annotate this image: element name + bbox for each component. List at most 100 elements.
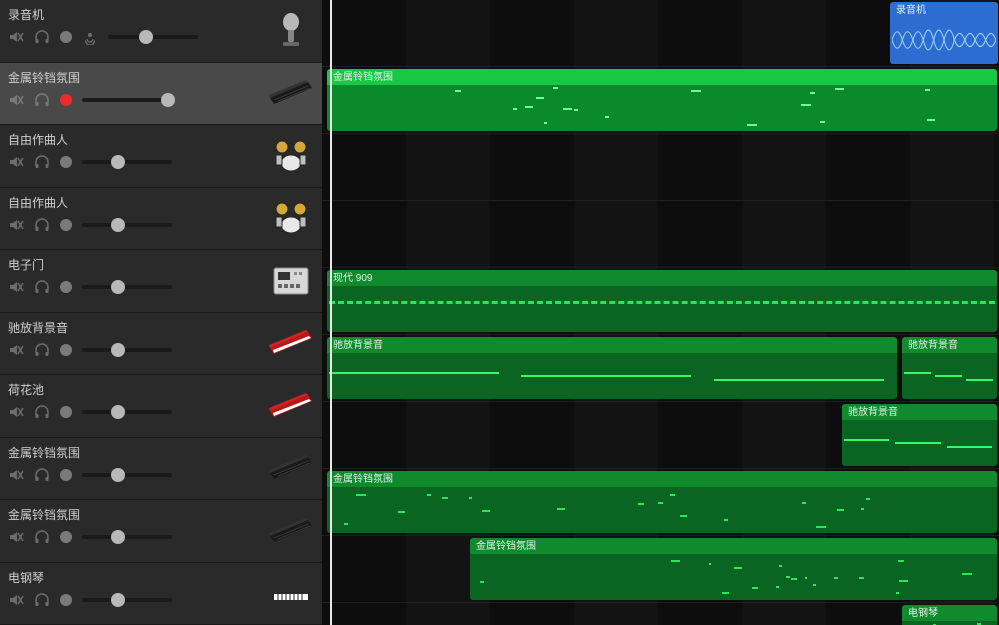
- midi-region[interactable]: 金属铃铛氛围: [327, 69, 997, 131]
- mute-icon[interactable]: [8, 154, 24, 170]
- midi-region[interactable]: 现代 909: [327, 270, 997, 332]
- keyboard-dark-icon[interactable]: [268, 74, 314, 112]
- track-header[interactable]: 录音机: [0, 0, 322, 63]
- headphones-icon[interactable]: [34, 279, 50, 295]
- mute-icon[interactable]: [8, 92, 24, 108]
- volume-thumb[interactable]: [111, 530, 125, 544]
- midi-region[interactable]: 金属铃铛氛围: [327, 471, 997, 533]
- volume-slider[interactable]: [82, 280, 172, 294]
- record-enable-button[interactable]: [60, 469, 72, 481]
- volume-thumb[interactable]: [111, 155, 125, 169]
- track-header[interactable]: 电子门: [0, 250, 322, 313]
- headphones-icon[interactable]: [34, 154, 50, 170]
- timeline-row[interactable]: 录音机: [322, 0, 999, 67]
- piano-icon[interactable]: [268, 574, 314, 612]
- volume-slider[interactable]: [108, 30, 198, 44]
- region-label: 驰放背景音: [848, 406, 991, 420]
- midi-region[interactable]: 驰放背景音: [842, 404, 997, 466]
- volume-slider[interactable]: [82, 218, 172, 232]
- mute-icon[interactable]: [8, 404, 24, 420]
- record-enable-button[interactable]: [60, 94, 72, 106]
- record-enable-button[interactable]: [60, 219, 72, 231]
- record-enable-button[interactable]: [60, 531, 72, 543]
- volume-thumb[interactable]: [111, 280, 125, 294]
- mute-icon[interactable]: [8, 279, 24, 295]
- track-list-panel: 录音机金属铃铛氛围自由作曲人自由作曲人电子门驰放背景音荷花池金属铃铛氛围金属铃铛…: [0, 0, 322, 625]
- mute-icon[interactable]: [8, 342, 24, 358]
- timeline-row[interactable]: 金属铃铛氛围: [322, 67, 999, 134]
- mute-icon[interactable]: [8, 217, 24, 233]
- timeline-row[interactable]: 现代 909: [322, 268, 999, 335]
- timeline-row[interactable]: 金属铃铛氛围: [322, 536, 999, 603]
- volume-slider[interactable]: [82, 405, 172, 419]
- volume-slider[interactable]: [82, 93, 172, 107]
- keyboard-red-icon[interactable]: [268, 324, 314, 362]
- keyboard-dark-icon[interactable]: [268, 512, 314, 550]
- timeline-row[interactable]: 电钢琴: [322, 603, 999, 625]
- track-header[interactable]: 金属铃铛氛围: [0, 63, 322, 126]
- region-label: 电钢琴: [908, 607, 991, 621]
- keyboard-dark-icon[interactable]: [268, 449, 314, 487]
- drum-machine-icon[interactable]: [268, 262, 314, 300]
- track-header[interactable]: 金属铃铛氛围: [0, 438, 322, 501]
- track-header[interactable]: 驰放背景音: [0, 313, 322, 376]
- volume-thumb[interactable]: [111, 343, 125, 357]
- volume-thumb[interactable]: [111, 468, 125, 482]
- midi-notes: [329, 489, 995, 531]
- midi-region[interactable]: 驰放背景音: [902, 337, 997, 399]
- timeline-rows: 录音机金属铃铛氛围现代 909驰放背景音驰放背景音驰放背景音金属铃铛氛围金属铃铛…: [322, 0, 999, 625]
- volume-slider[interactable]: [82, 155, 172, 169]
- headphones-icon[interactable]: [34, 92, 50, 108]
- volume-thumb[interactable]: [111, 593, 125, 607]
- midi-notes: [904, 355, 995, 397]
- track-header[interactable]: 金属铃铛氛围: [0, 500, 322, 563]
- volume-slider[interactable]: [82, 343, 172, 357]
- headphones-icon[interactable]: [34, 404, 50, 420]
- timeline-row[interactable]: [322, 201, 999, 268]
- timeline-area[interactable]: 录音机金属铃铛氛围现代 909驰放背景音驰放背景音驰放背景音金属铃铛氛围金属铃铛…: [322, 0, 999, 625]
- track-header[interactable]: 自由作曲人: [0, 125, 322, 188]
- mute-icon[interactable]: [8, 529, 24, 545]
- microphone-icon[interactable]: [268, 12, 314, 50]
- headphones-icon[interactable]: [34, 592, 50, 608]
- timeline-row[interactable]: 金属铃铛氛围: [322, 469, 999, 536]
- drums-icon[interactable]: [268, 199, 314, 237]
- record-enable-button[interactable]: [60, 594, 72, 606]
- drums-icon[interactable]: [268, 137, 314, 175]
- volume-thumb[interactable]: [139, 30, 153, 44]
- playhead[interactable]: [330, 0, 332, 625]
- headphones-icon[interactable]: [34, 467, 50, 483]
- headphones-icon[interactable]: [34, 217, 50, 233]
- headphones-icon[interactable]: [34, 342, 50, 358]
- headphones-icon[interactable]: [34, 29, 50, 45]
- record-enable-button[interactable]: [60, 344, 72, 356]
- keyboard-red-icon[interactable]: [268, 387, 314, 425]
- volume-thumb[interactable]: [161, 93, 175, 107]
- volume-slider[interactable]: [82, 593, 172, 607]
- region-label: 驰放背景音: [333, 339, 891, 353]
- timeline-row[interactable]: 驰放背景音驰放背景音: [322, 335, 999, 402]
- midi-region[interactable]: 电钢琴: [902, 605, 997, 625]
- record-enable-button[interactable]: [60, 156, 72, 168]
- volume-thumb[interactable]: [111, 405, 125, 419]
- record-enable-button[interactable]: [60, 31, 72, 43]
- timeline-row[interactable]: [322, 134, 999, 201]
- mute-icon[interactable]: [8, 29, 24, 45]
- mute-icon[interactable]: [8, 592, 24, 608]
- midi-region[interactable]: 驰放背景音: [327, 337, 897, 399]
- midi-region[interactable]: 金属铃铛氛围: [470, 538, 997, 600]
- headphones-icon[interactable]: [34, 529, 50, 545]
- track-header[interactable]: 电钢琴: [0, 563, 322, 625]
- region-label: 现代 909: [333, 272, 991, 286]
- volume-slider[interactable]: [82, 530, 172, 544]
- record-enable-button[interactable]: [60, 281, 72, 293]
- audio-region[interactable]: 录音机: [890, 2, 998, 64]
- input-monitor-icon[interactable]: [82, 29, 98, 45]
- volume-slider[interactable]: [82, 468, 172, 482]
- timeline-row[interactable]: 驰放背景音: [322, 402, 999, 469]
- record-enable-button[interactable]: [60, 406, 72, 418]
- track-header[interactable]: 荷花池: [0, 375, 322, 438]
- mute-icon[interactable]: [8, 467, 24, 483]
- volume-thumb[interactable]: [111, 218, 125, 232]
- track-header[interactable]: 自由作曲人: [0, 188, 322, 251]
